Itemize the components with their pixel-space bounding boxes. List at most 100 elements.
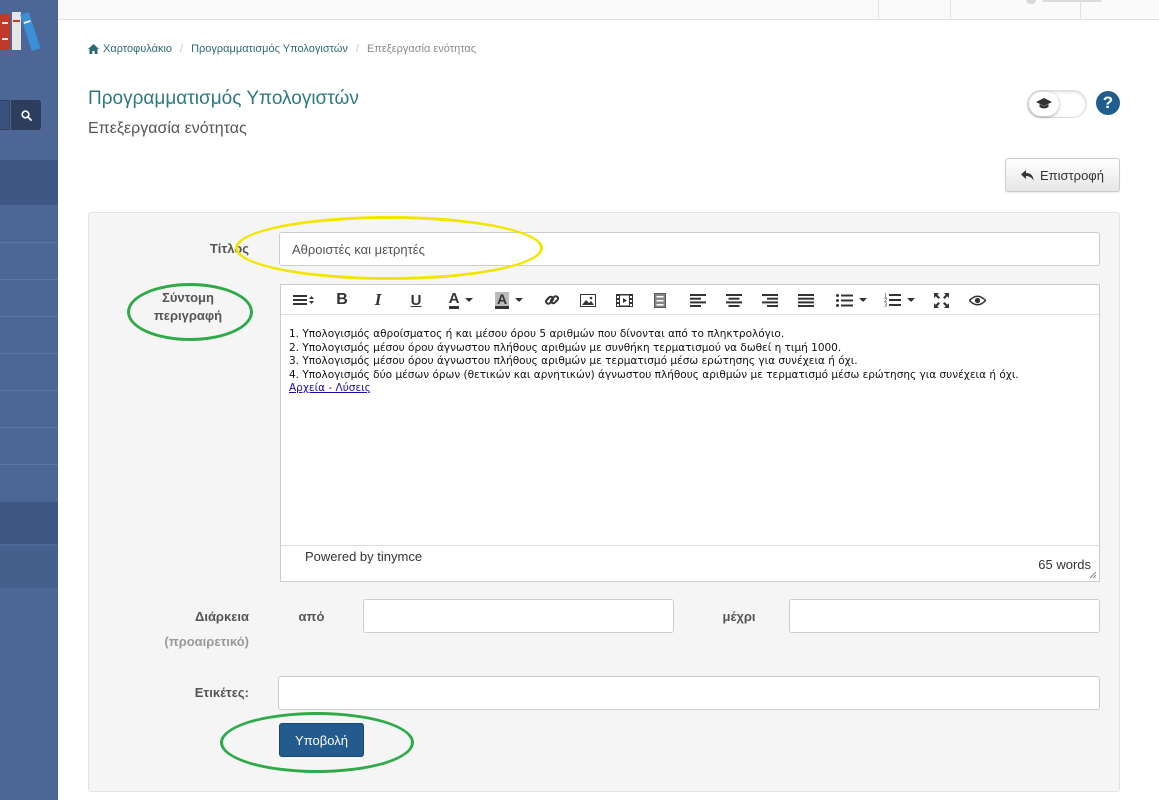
sidebar-divider xyxy=(0,279,58,280)
to-label: μέχρι xyxy=(722,609,756,624)
bullet-list-icon xyxy=(835,293,853,307)
sidebar-section[interactable] xyxy=(0,546,58,588)
align-justify-icon xyxy=(798,293,814,307)
breadcrumb-divider: / xyxy=(180,43,184,55)
sidebar-divider xyxy=(0,316,58,317)
breadcrumb: Χαρτοφυλάκιο / Προγραμματισμός Υπολογιστ… xyxy=(88,43,476,55)
rich-text-editor[interactable]: B I U A A 1 2 3 1. Υπολογισμός αθροίσματ… xyxy=(280,284,1100,582)
help-button[interactable]: ? xyxy=(1096,91,1120,115)
to-date-input[interactable] xyxy=(789,599,1100,633)
chevron-down-icon xyxy=(515,298,524,302)
back-button[interactable]: Επιστροφή xyxy=(1005,158,1120,192)
student-view-toggle[interactable] xyxy=(1027,90,1087,118)
image-icon xyxy=(580,293,596,307)
bold-button[interactable]: B xyxy=(329,285,355,315)
align-left-icon xyxy=(690,293,706,307)
formats-button[interactable] xyxy=(289,285,319,315)
description-label: Σύντομη περιγραφή xyxy=(129,289,247,325)
link-icon xyxy=(545,295,560,305)
svg-text:3: 3 xyxy=(884,303,887,308)
page-title: Προγραμματισμός Υπολογιστών xyxy=(88,88,359,109)
tags-label: Ετικέτες: xyxy=(194,685,249,700)
fullscreen-icon xyxy=(933,292,949,308)
align-right-button[interactable] xyxy=(757,285,783,315)
tags-input[interactable] xyxy=(278,676,1100,710)
align-center-button[interactable] xyxy=(721,285,747,315)
breadcrumb-home-link[interactable]: Χαρτοφυλάκιο xyxy=(103,43,172,55)
breadcrumb-current: Επεξεργασία ενότητας xyxy=(366,43,477,55)
background-color-button[interactable]: A xyxy=(489,285,529,315)
background-color-icon: A xyxy=(494,290,510,309)
from-date-input[interactable] xyxy=(363,599,674,633)
graduation-cap-icon xyxy=(1036,98,1052,109)
media-button[interactable] xyxy=(611,285,637,315)
chevron-down-icon xyxy=(858,298,867,302)
user-avatar[interactable] xyxy=(1026,0,1036,4)
preview-button[interactable] xyxy=(964,285,990,315)
document-button[interactable] xyxy=(647,285,673,315)
text-color-button[interactable]: A xyxy=(441,285,481,315)
title-label: Τίτλος xyxy=(209,241,249,256)
content-line: 2. Υπολογισμός μέσου όρου άγνωστου πλήθο… xyxy=(289,341,842,354)
left-sidebar xyxy=(0,0,58,800)
home-icon xyxy=(88,44,99,54)
sidebar-divider xyxy=(0,464,58,465)
bullet-list-button[interactable] xyxy=(831,285,871,315)
reply-arrow-icon xyxy=(1021,170,1034,181)
media-icon xyxy=(615,293,633,307)
back-button-label: Επιστροφή xyxy=(1040,167,1104,183)
description-label-line2: περιγραφή xyxy=(153,308,223,323)
formats-icon xyxy=(293,295,314,305)
align-justify-button[interactable] xyxy=(793,285,819,315)
sidebar-divider xyxy=(0,353,58,354)
numbered-list-button[interactable]: 1 2 3 xyxy=(879,285,919,315)
sidebar-item-active[interactable] xyxy=(0,160,58,205)
sidebar-search-input[interactable] xyxy=(0,100,10,130)
user-name[interactable] xyxy=(1042,0,1102,2)
duration-optional-label: (προαιρετικό) xyxy=(164,634,249,649)
powered-by-link[interactable]: Powered by tinymce xyxy=(305,549,422,564)
numbered-list-icon: 1 2 3 xyxy=(884,294,901,308)
navbar-divider xyxy=(878,0,879,19)
editor-content[interactable]: 1. Υπολογισμός αθροίσματος ή και μέσου ό… xyxy=(289,328,1094,396)
fullscreen-button[interactable] xyxy=(928,285,954,315)
document-icon xyxy=(654,292,666,308)
title-input[interactable]: Αθροιστές και μετρητές xyxy=(279,232,1100,266)
editor-toolbar: B I U A A 1 2 3 xyxy=(281,285,1099,315)
navbar-divider xyxy=(1080,0,1081,19)
form-panel: Τίτλος Αθροιστές και μετρητές Σύντομη πε… xyxy=(88,212,1120,792)
toggle-knob xyxy=(1029,92,1059,116)
breadcrumb-divider: / xyxy=(355,43,359,55)
files-solutions-link[interactable]: Αρχεία - Λύσεις xyxy=(289,382,371,394)
sidebar-divider xyxy=(0,390,58,391)
page-subtitle: Επεξεργασία ενότητας xyxy=(88,120,247,137)
editor-statusbar: Powered by tinymce 65 words xyxy=(281,545,1099,581)
books-logo-icon[interactable] xyxy=(0,8,50,56)
top-navbar xyxy=(58,0,1159,20)
content-line: 1. Υπολογισμός αθροίσματος ή και μέσου ό… xyxy=(289,328,785,340)
link-button[interactable] xyxy=(539,285,565,315)
breadcrumb-course-link[interactable]: Προγραμματισμός Υπολογιστών xyxy=(191,43,348,55)
word-count: 65 words xyxy=(1038,557,1091,572)
sidebar-search-button[interactable] xyxy=(11,100,41,130)
chevron-down-icon xyxy=(465,298,474,302)
text-color-icon: A xyxy=(448,289,460,309)
align-right-icon xyxy=(762,293,778,307)
sidebar-section[interactable] xyxy=(0,502,58,544)
align-left-button[interactable] xyxy=(685,285,711,315)
content-line: 4. Υπολογισμός δύο μέσων όρων (θετικών κ… xyxy=(289,368,1019,381)
submit-button[interactable]: Υποβολή xyxy=(279,723,364,757)
preview-icon xyxy=(968,295,986,305)
image-button[interactable] xyxy=(575,285,601,315)
sidebar-divider xyxy=(0,427,58,428)
align-center-icon xyxy=(726,293,742,307)
duration-label: Διάρκεια xyxy=(194,609,249,624)
resize-handle-icon[interactable] xyxy=(1089,571,1097,579)
main-content: Χαρτοφυλάκιο / Προγραμματισμός Υπολογιστ… xyxy=(58,20,1159,800)
italic-button[interactable]: I xyxy=(365,285,391,315)
content-line: 3. Υπολογισμός μέσου όρου άγνωστου πλήθο… xyxy=(289,355,858,367)
sidebar-divider xyxy=(0,242,58,243)
from-label: από xyxy=(298,609,325,624)
underline-button[interactable]: U xyxy=(403,285,429,315)
navbar-divider xyxy=(950,0,951,19)
